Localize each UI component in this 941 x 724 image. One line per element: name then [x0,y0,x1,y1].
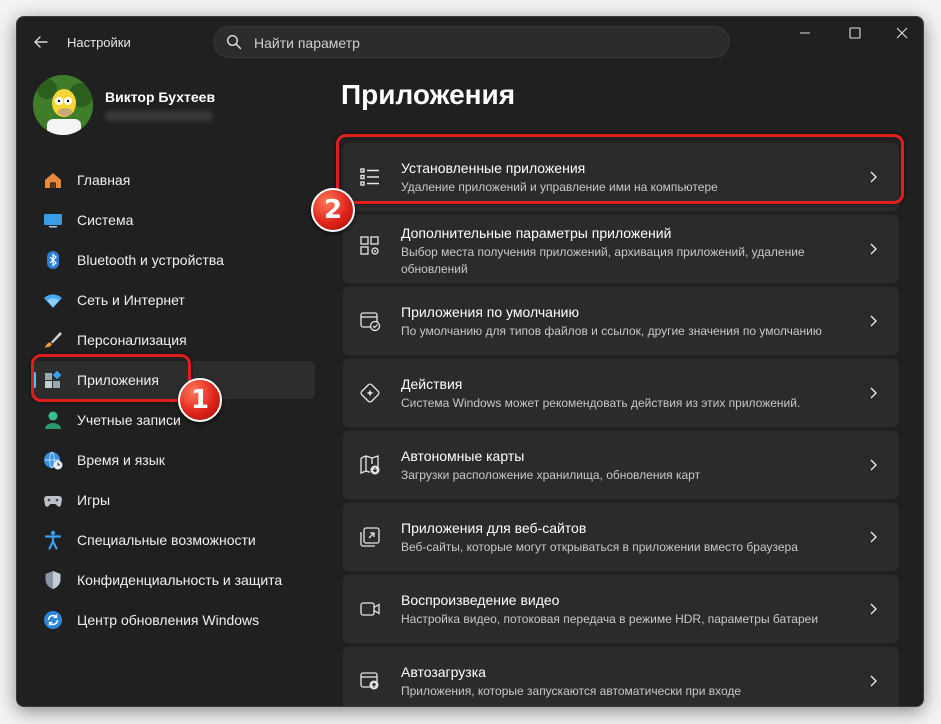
chevron-right-icon [870,387,877,399]
sidebar-item-label: Специальные возможности [77,532,256,548]
chevron-right-icon [870,675,877,687]
card-title: Воспроизведение видео [401,592,560,608]
globe-clock-icon [44,451,63,470]
sidebar-item-system[interactable]: Система [33,201,315,239]
maximize-button[interactable] [840,23,870,43]
card-title: Дополнительные параметры приложений [401,225,672,241]
chevron-right-icon [870,531,877,543]
search-placeholder: Найти параметр [254,35,360,51]
sidebar-item-label: Система [77,212,134,228]
card-title: Действия [401,376,463,392]
chevron-right-icon [870,243,877,255]
sidebar-item-label: Главная [77,172,131,188]
settings-cards: Установленные приложения Удаление прилож… [343,143,899,706]
sidebar-item-network[interactable]: Сеть и Интернет [33,281,315,319]
startup-icon [360,672,379,690]
maximize-icon [849,27,861,39]
card-description: По умолчанию для типов файлов и ссылок, … [401,324,822,338]
wifi-icon [44,294,62,308]
sidebar-item-home[interactable]: Главная [33,161,315,199]
account-icon [45,411,61,429]
sidebar-item-label: Конфиденциальность и защита [77,572,283,588]
highlight-installed-apps [336,134,904,204]
annotation-badge-1: 1 [178,378,222,422]
sidebar-item-label: Сеть и Интернет [77,292,185,308]
avatar-image-icon [33,75,93,135]
sidebar-item-label: Игры [77,492,111,508]
card-title: Приложения для веб-сайтов [401,520,587,536]
search-input[interactable]: Найти параметр [213,26,730,58]
user-name: Виктор Бухтеев [105,89,216,105]
user-profile[interactable]: Виктор Бухтеев [33,75,323,139]
minimize-button[interactable] [790,23,820,43]
sidebar-item-label: Центр обновления Windows [77,612,260,628]
close-button[interactable] [887,23,917,43]
annotation-badge-2: 2 [311,188,355,232]
apps-settings-icon [360,236,379,255]
card-description: Система Windows может рекомендовать дейс… [401,396,801,410]
sidebar-item-label: Время и язык [77,452,165,468]
card-apps-for-websites[interactable]: Приложения для веб-сайтов Веб-сайты, кот… [343,503,899,571]
chevron-right-icon [870,603,877,615]
card-title: Автономные карты [401,448,525,464]
brush-icon [44,332,62,348]
card-startup[interactable]: Автозагрузка Приложения, которые запуска… [343,647,899,706]
gamepad-icon [44,496,62,507]
card-title: Приложения по умолчанию [401,304,579,320]
app-title: Настройки [67,35,131,50]
system-icon [44,214,62,228]
chevron-right-icon [870,459,877,471]
card-description: Выбор места получения приложений, архива… [401,245,805,276]
card-offline-maps[interactable]: Автономные карты Загрузки расположение х… [343,431,899,499]
sidebar-item-privacy[interactable]: Конфиденциальность и защита [33,561,315,599]
sidebar-item-bluetooth[interactable]: Bluetooth и устройства [33,241,315,279]
card-default-apps[interactable]: Приложения по умолчанию По умолчанию для… [343,287,899,355]
sidebar-item-accounts[interactable]: Учетные записи [33,401,315,439]
video-icon [360,602,380,616]
sidebar-item-label: Учетные записи [77,412,181,428]
chevron-right-icon [870,315,877,327]
card-title: Автозагрузка [401,664,486,680]
home-icon [45,173,61,188]
highlight-apps-nav [31,354,191,402]
card-description: Приложения, которые запускаются автомати… [401,684,742,698]
web-apps-icon [360,527,380,547]
user-email-blurred [105,111,213,121]
title-bar: Настройки Найти параметр [17,17,923,67]
minimize-icon [800,32,810,34]
default-apps-icon [360,312,381,332]
update-icon [44,611,62,629]
card-description: Загрузки расположение хранилища, обновле… [401,468,701,482]
actions-icon [360,383,380,403]
card-description: Настройка видео, потоковая передача в ре… [401,612,819,626]
avatar [33,75,93,135]
sidebar-item-time-language[interactable]: Время и язык [33,441,315,479]
sidebar-item-label: Персонализация [77,332,187,348]
card-advanced-app-settings[interactable]: Дополнительные параметры приложений Выбо… [343,215,899,283]
bluetooth-icon [47,251,59,269]
page-title: Приложения [341,79,516,110]
card-actions[interactable]: Действия Система Windows может рекомендо… [343,359,899,427]
card-description: Веб-сайты, которые могут открываться в п… [401,540,798,554]
close-icon [896,27,908,39]
offline-map-icon [360,455,380,475]
back-button[interactable] [31,32,51,52]
sidebar-item-accessibility[interactable]: Специальные возможности [33,521,315,559]
sidebar-item-gaming[interactable]: Игры [33,481,315,519]
accessibility-icon [44,530,62,550]
search-icon [226,34,242,50]
sidebar-item-windows-update[interactable]: Центр обновления Windows [33,601,315,639]
card-video-playback[interactable]: Воспроизведение видео Настройка видео, п… [343,575,899,643]
arrow-left-icon [34,36,48,48]
sidebar-item-label: Bluetooth и устройства [77,252,224,268]
shield-icon [45,571,61,589]
